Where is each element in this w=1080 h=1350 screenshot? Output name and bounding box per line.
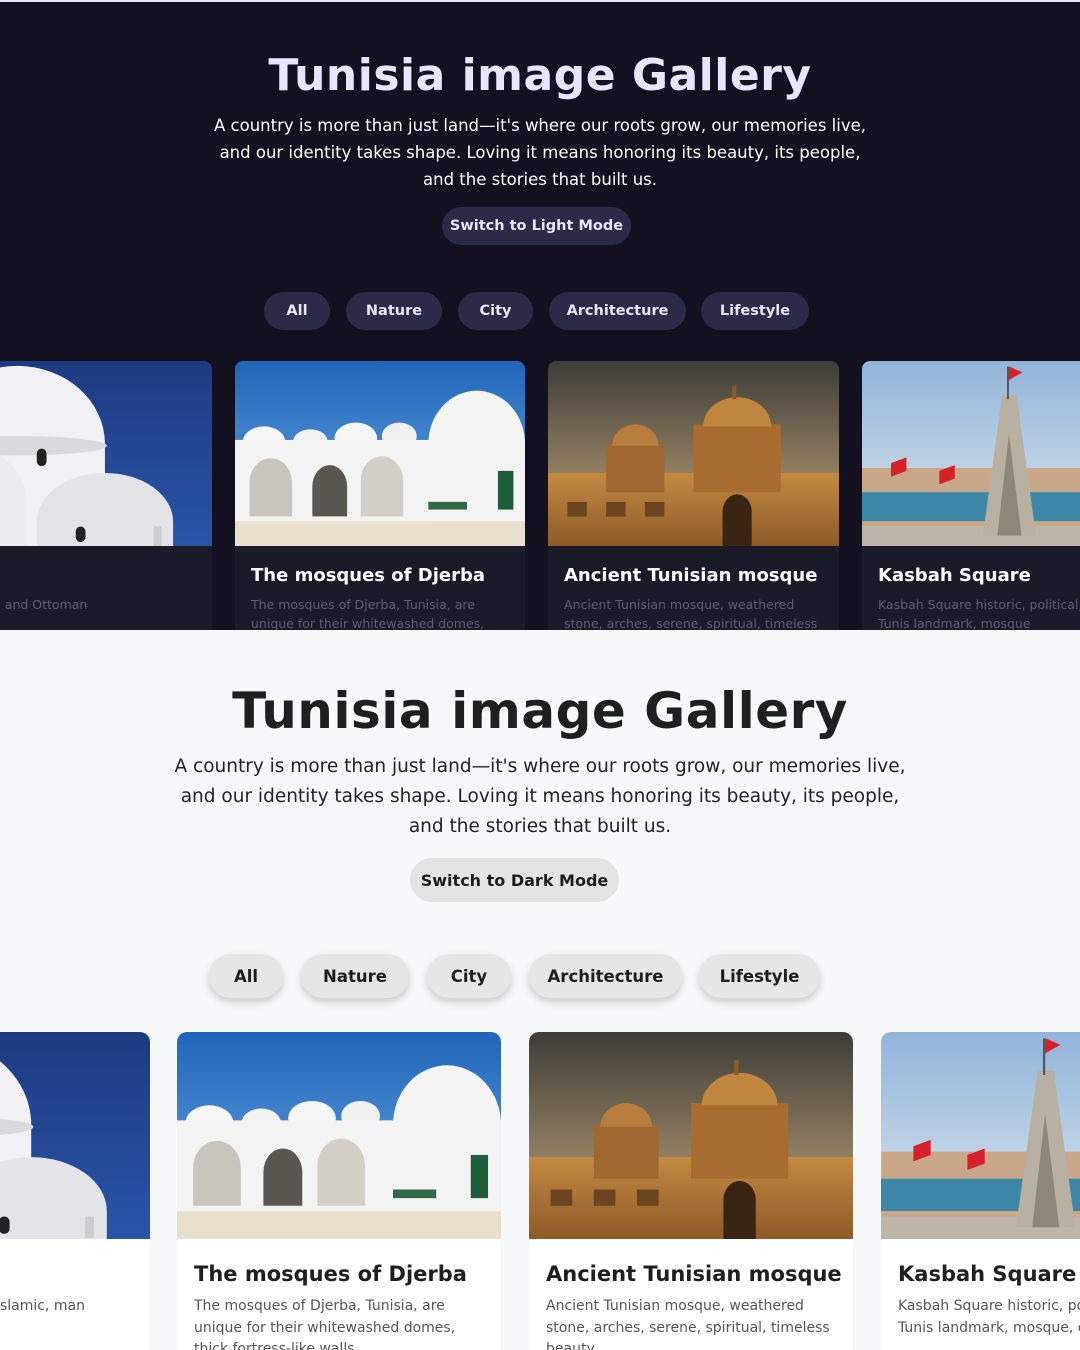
gallery-card[interactable]: Ancient Tunisian mosque Ancient Tunisian… <box>548 361 839 630</box>
card-title: The mosques of Djerba <box>194 1262 467 1286</box>
filter-lifestyle-button[interactable]: Lifestyle <box>701 292 809 330</box>
filter-architecture-button[interactable]: Architecture <box>549 292 686 330</box>
filter-city-button[interactable]: City <box>458 292 533 330</box>
card-title: Ancient Tunisian mosque <box>564 565 818 586</box>
page-title: Tunisia image Gallery <box>268 50 812 101</box>
card-description: Kasbah Square historic, political, vibra… <box>878 597 1080 630</box>
description-line: A country is more than just land—it's wh… <box>214 116 866 135</box>
djerba-mosque-photo <box>177 1032 501 1239</box>
djerba-mosque-photo <box>235 361 525 546</box>
gallery-card[interactable]: e esignStyle: Islamic, n, and Ottoman <box>0 361 212 630</box>
gallery-card[interactable]: Ancient Tunisian mosque Ancient Tunisian… <box>529 1032 853 1350</box>
gallery-card[interactable]: slamic, man <box>0 1032 150 1350</box>
card-title: The mosques of Djerba <box>251 565 485 586</box>
card-description: The mosques of Djerba, Tunisia, are uniq… <box>251 597 485 630</box>
page-title: Tunisia image Gallery <box>232 682 848 740</box>
gallery-card[interactable]: The mosques of Djerba The mosques of Dje… <box>235 361 525 630</box>
white-dome-mosque-photo <box>0 1032 150 1239</box>
switch-to-dark-mode-button[interactable]: Switch to Dark Mode <box>410 858 619 902</box>
filter-nature-button[interactable]: Nature <box>346 292 442 330</box>
white-dome-mosque-photo <box>0 361 212 546</box>
kasbah-square-photo <box>862 361 1080 546</box>
gallery-card[interactable]: The mosques of Djerba The mosques of Dje… <box>177 1032 501 1350</box>
filter-lifestyle-button[interactable]: Lifestyle <box>699 954 820 998</box>
page-description: A country is more than just land—it's wh… <box>0 752 1080 842</box>
description-line: and our identity takes shape. Loving it … <box>180 786 900 807</box>
card-description: Ancient Tunisian mosque, weathered stone… <box>546 1298 830 1350</box>
filter-all-button[interactable]: All <box>264 292 330 330</box>
gallery-card[interactable]: Kasbah Square Kasbah Square historic, po… <box>862 361 1080 630</box>
page-description: A country is more than just land—it's wh… <box>0 112 1080 193</box>
card-description: esignStyle: Islamic, n, and Ottoman <box>0 597 88 612</box>
filter-architecture-button[interactable]: Architecture <box>529 954 682 998</box>
light-mode-gallery: Tunisia image Gallery A country is more … <box>0 630 1080 1350</box>
ancient-mosque-photo <box>548 361 839 546</box>
card-description: slamic, man <box>0 1298 85 1314</box>
filter-city-button[interactable]: City <box>427 954 511 998</box>
card-description: The mosques of Djerba, Tunisia, are uniq… <box>194 1298 456 1350</box>
description-line: A country is more than just land—it's wh… <box>174 756 906 777</box>
card-title: Kasbah Square <box>898 1262 1077 1286</box>
gallery-card[interactable]: Kasbah Square Kasbah Square historic, po… <box>881 1032 1080 1350</box>
card-title: Ancient Tunisian mosque <box>546 1262 842 1286</box>
description-line: and the stories that built us. <box>423 170 657 189</box>
filter-all-button[interactable]: All <box>209 954 283 998</box>
description-line: and our identity takes shape. Loving it … <box>219 143 861 162</box>
switch-to-light-mode-button[interactable]: Switch to Light Mode <box>442 207 631 245</box>
card-description: Ancient Tunisian mosque, weathered stone… <box>564 597 818 630</box>
card-description: Kasbah Square historic, political, vibra… <box>898 1298 1080 1336</box>
filter-nature-button[interactable]: Nature <box>301 954 409 998</box>
description-line: and the stories that built us. <box>408 816 672 837</box>
card-title: Kasbah Square <box>878 565 1031 586</box>
dark-mode-gallery: Tunisia image Gallery A country is more … <box>0 0 1080 630</box>
ancient-mosque-photo <box>529 1032 853 1239</box>
kasbah-square-photo <box>881 1032 1080 1239</box>
